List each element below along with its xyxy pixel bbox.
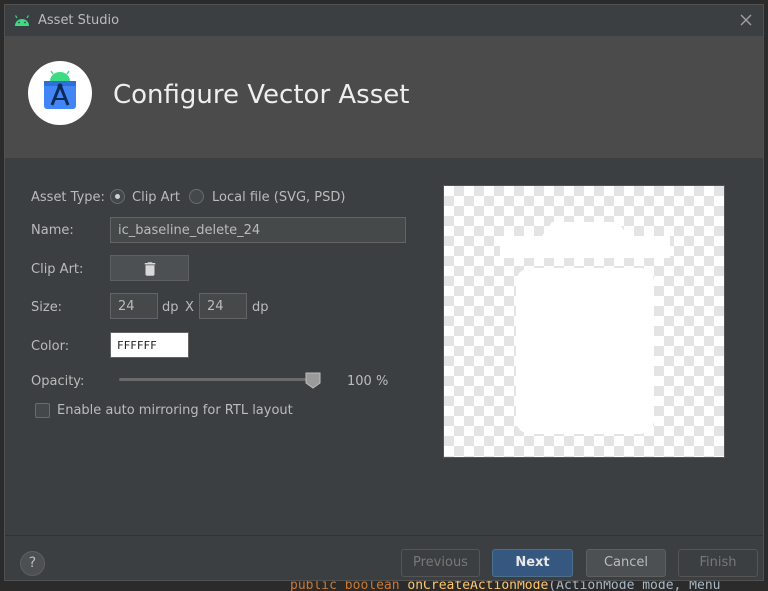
- code-rest: (ActionMode mode, Menu: [548, 581, 721, 591]
- size-label: Size:: [31, 300, 63, 315]
- background-code-line: public boolean onCreateActionMode(Action…: [290, 581, 720, 591]
- name-label: Name:: [31, 223, 74, 238]
- height-unit: dp: [252, 300, 269, 315]
- radio-local-file-label[interactable]: Local file (SVG, PSD): [212, 190, 346, 205]
- android-studio-logo: [28, 61, 92, 125]
- asset-type-label: Asset Type:: [31, 190, 105, 205]
- asset-studio-dialog: Asset Studio Configure Vector Asset Asse…: [4, 4, 764, 581]
- previous-button[interactable]: Previous: [401, 549, 480, 577]
- radio-selected-dot: [115, 194, 120, 199]
- height-input[interactable]: 24: [199, 293, 247, 319]
- name-input[interactable]: ic_baseline_delete_24: [110, 217, 406, 243]
- size-separator: X: [185, 300, 194, 315]
- width-input[interactable]: 24: [110, 293, 158, 319]
- header-banner: Configure Vector Asset: [5, 36, 763, 158]
- opacity-label: Opacity:: [31, 374, 85, 389]
- delete-icon-preview: [500, 222, 670, 434]
- code-method: onCreateActionMode: [407, 581, 549, 591]
- preview-panel: [443, 185, 725, 458]
- finish-button[interactable]: Finish: [678, 549, 758, 577]
- ide-background-bottom: public boolean onCreateActionMode(Action…: [0, 581, 768, 591]
- android-icon: [14, 15, 30, 26]
- radio-clip-art-label[interactable]: Clip Art: [132, 190, 180, 205]
- delete-icon: [144, 262, 156, 276]
- color-input[interactable]: FFFFFF: [110, 332, 189, 358]
- opacity-value: 100 %: [347, 374, 389, 389]
- footer-divider: [5, 535, 763, 536]
- window-title: Asset Studio: [38, 13, 120, 28]
- title-bar: Asset Studio: [5, 5, 763, 36]
- radio-clip-art[interactable]: [110, 189, 125, 204]
- color-label: Color:: [31, 339, 70, 354]
- next-button[interactable]: Next: [492, 549, 573, 577]
- auto-mirroring-checkbox[interactable]: [35, 403, 50, 418]
- page-title: Configure Vector Asset: [113, 80, 410, 110]
- width-unit: dp: [162, 300, 179, 315]
- auto-mirroring-label[interactable]: Enable auto mirroring for RTL layout: [57, 403, 293, 418]
- opacity-slider-track[interactable]: [119, 378, 315, 381]
- radio-local-file[interactable]: [189, 189, 204, 204]
- close-icon[interactable]: [738, 12, 754, 28]
- help-button[interactable]: ?: [20, 551, 45, 576]
- opacity-slider-thumb[interactable]: [305, 372, 321, 389]
- android-studio-logo-icon: [44, 70, 76, 109]
- cancel-button[interactable]: Cancel: [586, 549, 666, 577]
- code-keyword: public boolean: [290, 581, 408, 591]
- clip-art-button[interactable]: [110, 255, 189, 281]
- clip-art-label: Clip Art:: [31, 262, 84, 277]
